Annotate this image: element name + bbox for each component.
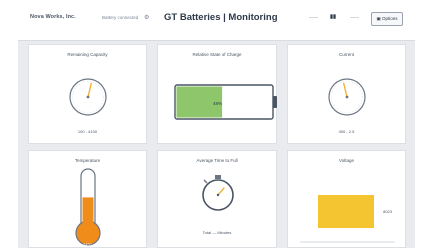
card-footer: 300 - 2.5 bbox=[338, 129, 355, 134]
card-temperature: Temperature 24°C bbox=[28, 150, 147, 248]
top-navigation-bar: Nova Works, Inc. Battery connected ⚙ GT … bbox=[18, 0, 415, 41]
page-title: GT Batteries | Monitoring bbox=[164, 12, 278, 23]
thermometer bbox=[75, 168, 101, 246]
stopwatch-crown bbox=[215, 175, 221, 179]
thermometer-fill bbox=[82, 197, 94, 231]
card-remaining-capacity: Remaining Capacity 100 - 4100 bbox=[28, 44, 147, 144]
card-footer: Total — Minutes bbox=[202, 230, 232, 235]
stopwatch-button bbox=[203, 179, 208, 184]
gauge-hub bbox=[86, 95, 90, 99]
company-logo[interactable]: Nova Works, Inc. bbox=[30, 14, 76, 20]
battery-terminal bbox=[273, 96, 277, 108]
nav-link-active[interactable]: ▮▮ bbox=[330, 14, 336, 20]
battery-level-indicator: 48% bbox=[174, 84, 277, 120]
temperature-value: 24°C bbox=[83, 242, 92, 247]
nav-link-left[interactable]: —— bbox=[309, 15, 318, 20]
card-voltage: Voltage 8023 bbox=[287, 150, 406, 248]
options-button[interactable]: ▣ Options bbox=[371, 12, 403, 26]
connection-status: Battery connected bbox=[102, 15, 139, 20]
stopwatch-hub bbox=[216, 193, 220, 197]
battery-percent: 48% bbox=[213, 101, 222, 106]
voltage-fill bbox=[318, 195, 374, 228]
voltage-bar: 8023 bbox=[300, 195, 395, 243]
settings-gear-icon[interactable]: ⚙ bbox=[144, 14, 149, 21]
card-state-of-charge: Relative State of Charge 48% bbox=[157, 44, 277, 144]
app-window: Nova Works, Inc. Battery connected ⚙ GT … bbox=[18, 0, 415, 248]
card-footer: 100 - 4100 bbox=[77, 129, 98, 134]
card-average-time: Average Time to Full Total — Minutes bbox=[157, 150, 277, 248]
nav-link-right[interactable]: —— bbox=[350, 15, 359, 20]
gauge-hub bbox=[345, 95, 349, 99]
card-current: Current 300 - 2.5 bbox=[287, 44, 406, 144]
voltage-value: 8023 bbox=[383, 209, 393, 214]
